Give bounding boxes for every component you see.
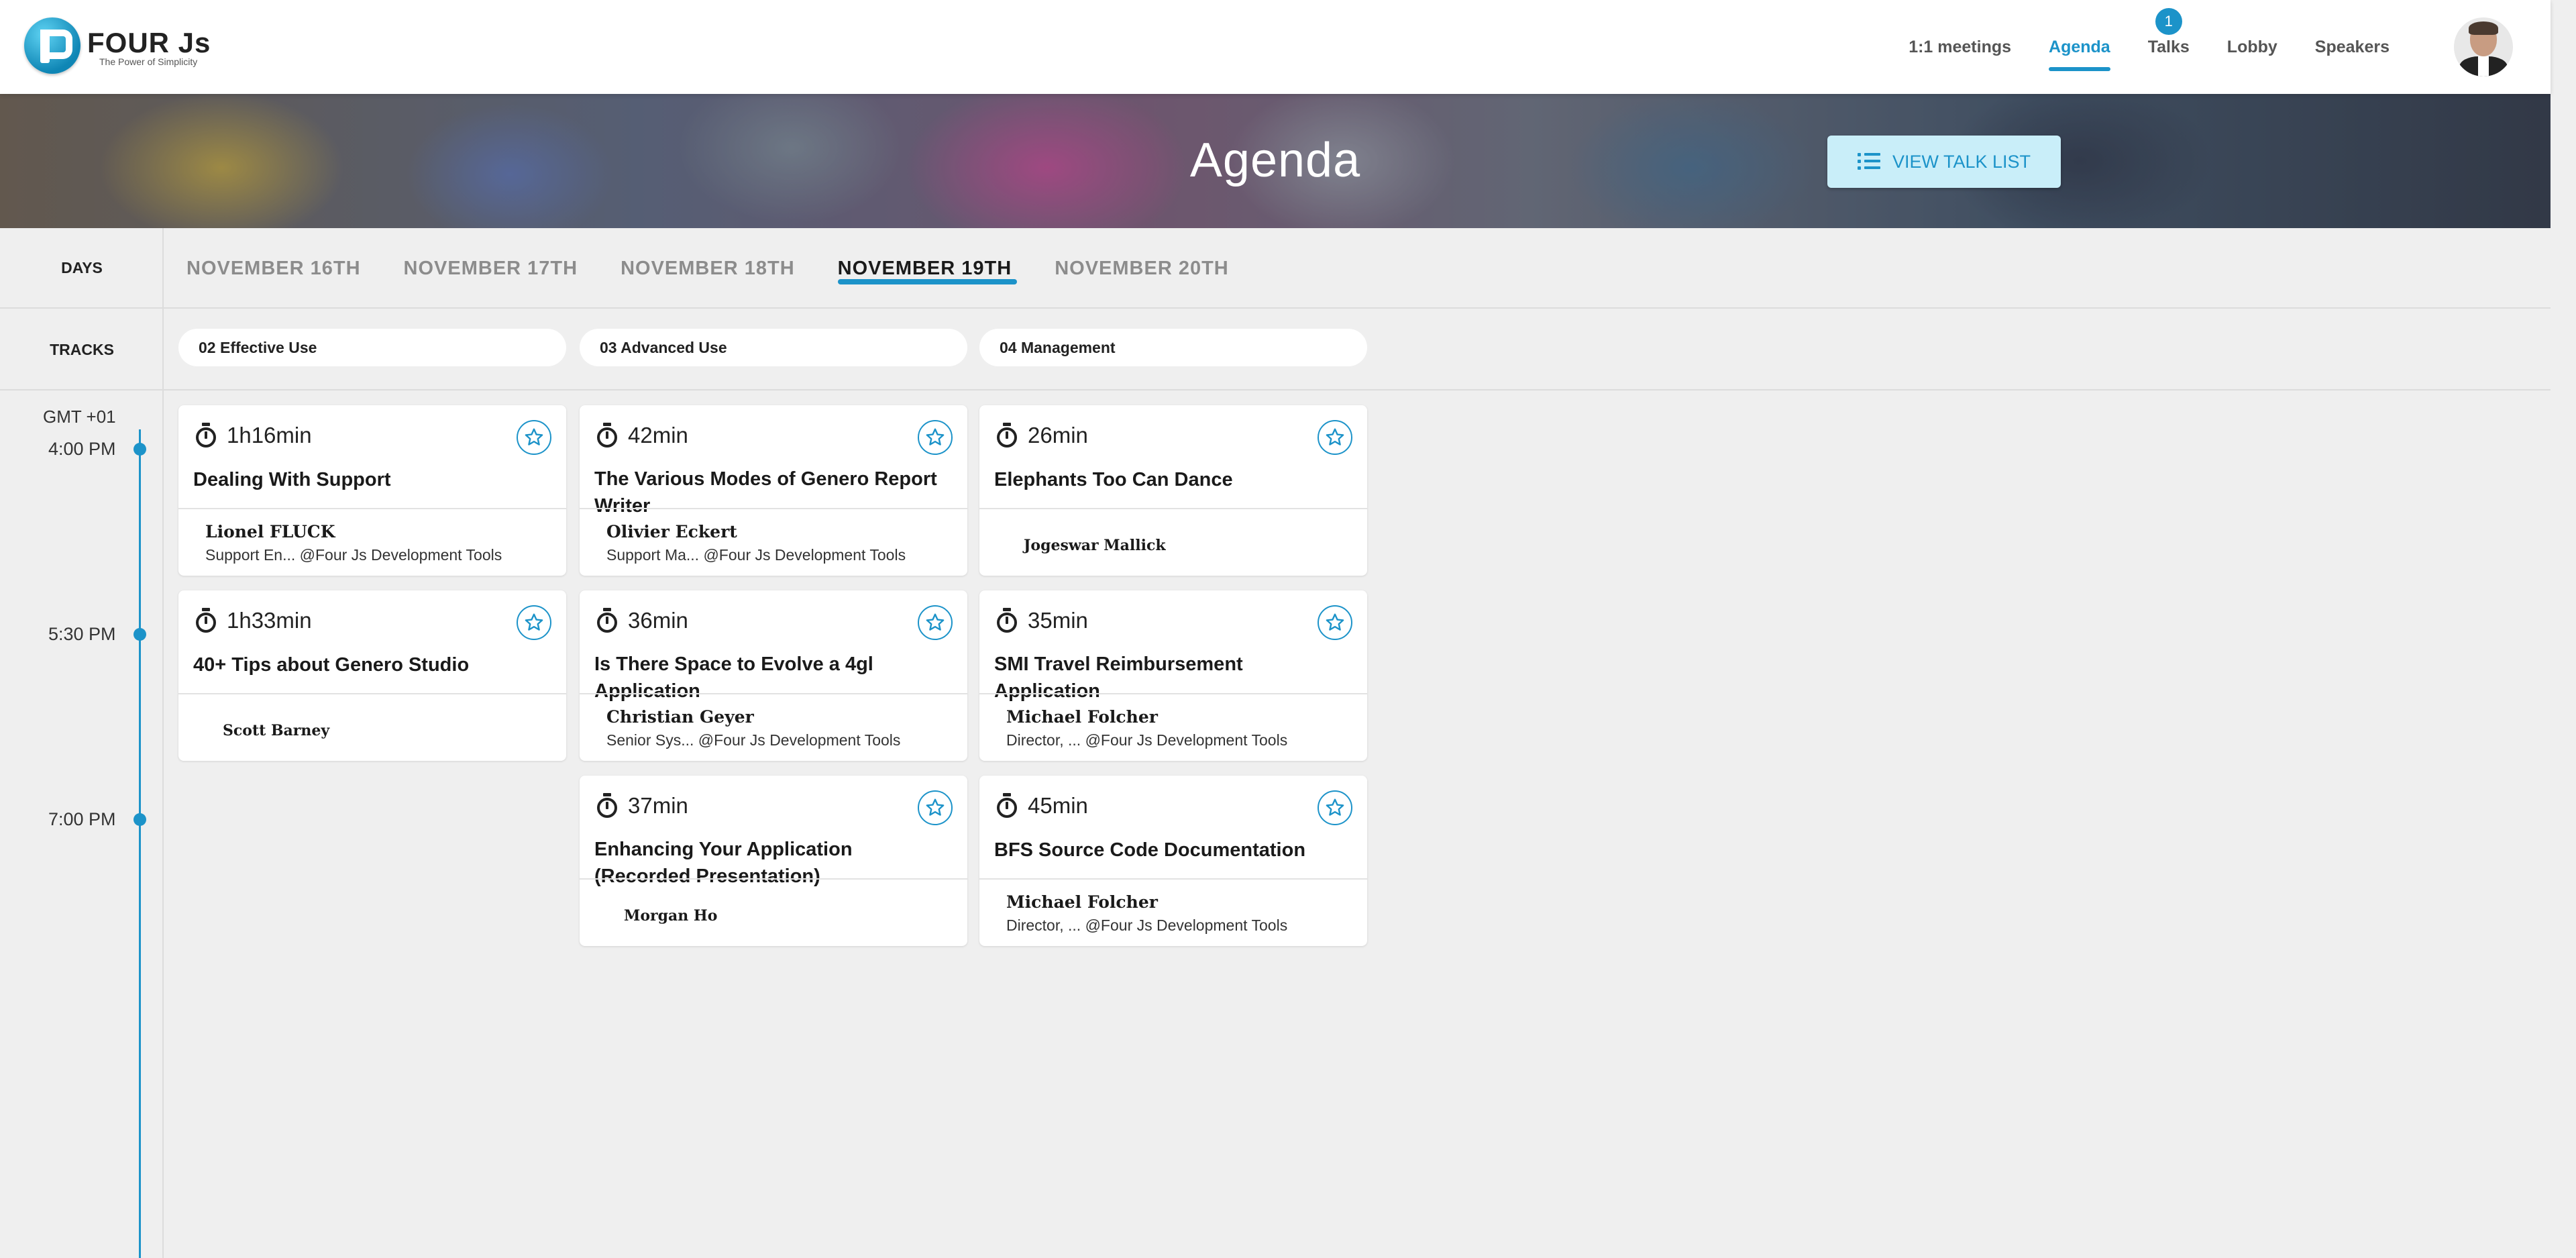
- nav-item-lobby[interactable]: Lobby: [2227, 0, 2277, 94]
- timeline-line: [139, 429, 141, 1258]
- session-duration: 36min: [596, 608, 688, 633]
- favorite-star-button[interactable]: [1318, 605, 1352, 640]
- agenda-banner: Agenda VIEW TALK LIST: [0, 94, 2551, 228]
- star-icon: [1326, 428, 1344, 445]
- speaker-role: Director, ... @Four Js Development Tools: [1006, 916, 1288, 934]
- time-slot-label: 5:30 PM: [48, 624, 116, 644]
- nav-item-speakers[interactable]: Speakers: [2315, 0, 2390, 94]
- session-card[interactable]: 45min BFS Source Code Documentation Mich…: [979, 776, 1367, 946]
- view-talk-list-label: VIEW TALK LIST: [1892, 151, 2031, 172]
- top-navigation-bar: FOUR Js The Power of Simplicity 1:1 meet…: [0, 0, 2551, 94]
- tracks-row-divider: [0, 389, 2551, 390]
- session-card[interactable]: 35min SMI Travel Reimbursement Applicati…: [979, 590, 1367, 761]
- star-icon: [926, 613, 945, 631]
- timer-icon: [596, 793, 619, 819]
- star-icon: [525, 428, 543, 445]
- timer-icon: [596, 423, 619, 448]
- session-title: 40+ Tips about Genero Studio: [193, 654, 470, 676]
- timer-icon: [996, 793, 1018, 819]
- favorite-star-button[interactable]: [918, 420, 953, 455]
- tab-november-17[interactable]: NOVEMBER 17TH: [404, 228, 578, 309]
- logo-mark-icon: [24, 17, 80, 74]
- session-title: SMI Travel Reimbursement Application: [994, 653, 1243, 702]
- timer-icon: [195, 608, 217, 633]
- session-duration: 45min: [996, 793, 1088, 819]
- session-card[interactable]: 1h33min 40+ Tips about Genero Studio Sco…: [178, 590, 566, 761]
- session-duration: 37min: [596, 793, 688, 819]
- logo-tagline: The Power of Simplicity: [99, 56, 198, 67]
- logo-text: FOUR Js: [87, 27, 211, 58]
- time-slot-label: 4:00 PM: [48, 439, 116, 459]
- star-icon: [926, 428, 945, 445]
- session-duration: 1h33min: [195, 608, 312, 633]
- speaker-role: Director, ... @Four Js Development Tools: [1006, 731, 1288, 749]
- favorite-star-button[interactable]: [517, 605, 551, 640]
- talks-count-badge: 1: [2155, 8, 2182, 35]
- session-title: Dealing With Support: [193, 469, 391, 490]
- tracks-label: TRACKS: [50, 341, 114, 358]
- speaker-role: Support En... @Four Js Development Tools: [205, 546, 502, 564]
- timer-icon: [596, 608, 619, 633]
- speaker-name[interactable]: Lionel FLUCK: [205, 522, 335, 541]
- timer-icon: [195, 423, 217, 448]
- main-nav: 1:1 meetings Agenda 1 Talks Lobby Speake…: [1871, 0, 2390, 94]
- nav-item-agenda[interactable]: Agenda: [2049, 0, 2110, 94]
- tab-november-20[interactable]: NOVEMBER 20TH: [1055, 228, 1229, 309]
- track-advanced-use[interactable]: 03 Advanced Use: [580, 329, 967, 366]
- time-slot-dot: [133, 628, 146, 641]
- speaker-name[interactable]: Christian Geyer: [606, 707, 754, 727]
- session-card[interactable]: 26min Elephants Too Can Dance Jogeswar M…: [979, 405, 1367, 576]
- session-title: The Various Modes of Genero Report Write…: [594, 468, 937, 517]
- session-title: Is There Space to Evolve a 4gl Applicati…: [594, 653, 873, 702]
- time-slot-dot: [133, 443, 146, 456]
- speaker-role: Support Ma... @Four Js Development Tools: [606, 546, 906, 564]
- four-js-logo[interactable]: FOUR Js The Power of Simplicity: [24, 17, 212, 78]
- track-effective-use[interactable]: 02 Effective Use: [178, 329, 566, 366]
- star-icon: [525, 613, 543, 631]
- session-duration: 26min: [996, 423, 1088, 448]
- timezone-label: GMT +01: [43, 407, 116, 427]
- time-slot-label: 7:00 PM: [48, 809, 116, 829]
- page-title: Agenda: [1189, 134, 1361, 187]
- session-title: BFS Source Code Documentation: [994, 839, 1306, 861]
- timer-icon: [996, 608, 1018, 633]
- speaker-name[interactable]: Scott Barney: [223, 722, 329, 739]
- view-talk-list-button[interactable]: VIEW TALK LIST: [1827, 136, 2061, 188]
- tab-november-16[interactable]: NOVEMBER 16TH: [186, 228, 361, 309]
- favorite-star-button[interactable]: [1318, 420, 1352, 455]
- session-card[interactable]: 42min The Various Modes of Genero Report…: [580, 405, 967, 576]
- favorite-star-button[interactable]: [918, 790, 953, 825]
- day-tabs: NOVEMBER 16TH NOVEMBER 17TH NOVEMBER 18T…: [164, 228, 1249, 309]
- nav-item-talks[interactable]: 1 Talks: [2148, 0, 2190, 94]
- nav-item-meetings[interactable]: 1:1 meetings: [1909, 0, 2011, 94]
- favorite-star-button[interactable]: [517, 420, 551, 455]
- star-icon: [1326, 613, 1344, 631]
- speaker-name[interactable]: Michael Folcher: [1006, 707, 1158, 727]
- speaker-name[interactable]: Jogeswar Mallick: [1024, 537, 1166, 554]
- time-slot-dot: [133, 813, 146, 826]
- favorite-star-button[interactable]: [1318, 790, 1352, 825]
- speaker-name[interactable]: Michael Folcher: [1006, 892, 1158, 912]
- tab-november-19[interactable]: NOVEMBER 19TH: [837, 228, 1017, 309]
- days-label: DAYS: [61, 259, 103, 276]
- session-card[interactable]: 36min Is There Space to Evolve a 4gl App…: [580, 590, 967, 761]
- list-icon: [1857, 153, 1880, 170]
- session-duration: 42min: [596, 423, 688, 448]
- session-duration: 1h16min: [195, 423, 312, 448]
- speaker-role: Senior Sys... @Four Js Development Tools: [606, 731, 901, 749]
- session-title: Elephants Too Can Dance: [994, 469, 1233, 490]
- session-card[interactable]: 37min Enhancing Your Application (Record…: [580, 776, 967, 946]
- star-icon: [926, 798, 945, 816]
- star-icon: [1326, 798, 1344, 816]
- favorite-star-button[interactable]: [918, 605, 953, 640]
- speaker-name[interactable]: Olivier Eckert: [606, 522, 737, 541]
- session-duration: 35min: [996, 608, 1088, 633]
- speaker-name[interactable]: Morgan Ho: [624, 907, 717, 925]
- session-card[interactable]: 1h16min Dealing With Support Lionel FLUC…: [178, 405, 566, 576]
- tab-november-18[interactable]: NOVEMBER 18TH: [621, 228, 795, 309]
- session-title: Enhancing Your Application (Recorded Pre…: [594, 839, 853, 887]
- track-management[interactable]: 04 Management: [979, 329, 1367, 366]
- user-avatar[interactable]: [2454, 17, 2513, 76]
- timer-icon: [996, 423, 1018, 448]
